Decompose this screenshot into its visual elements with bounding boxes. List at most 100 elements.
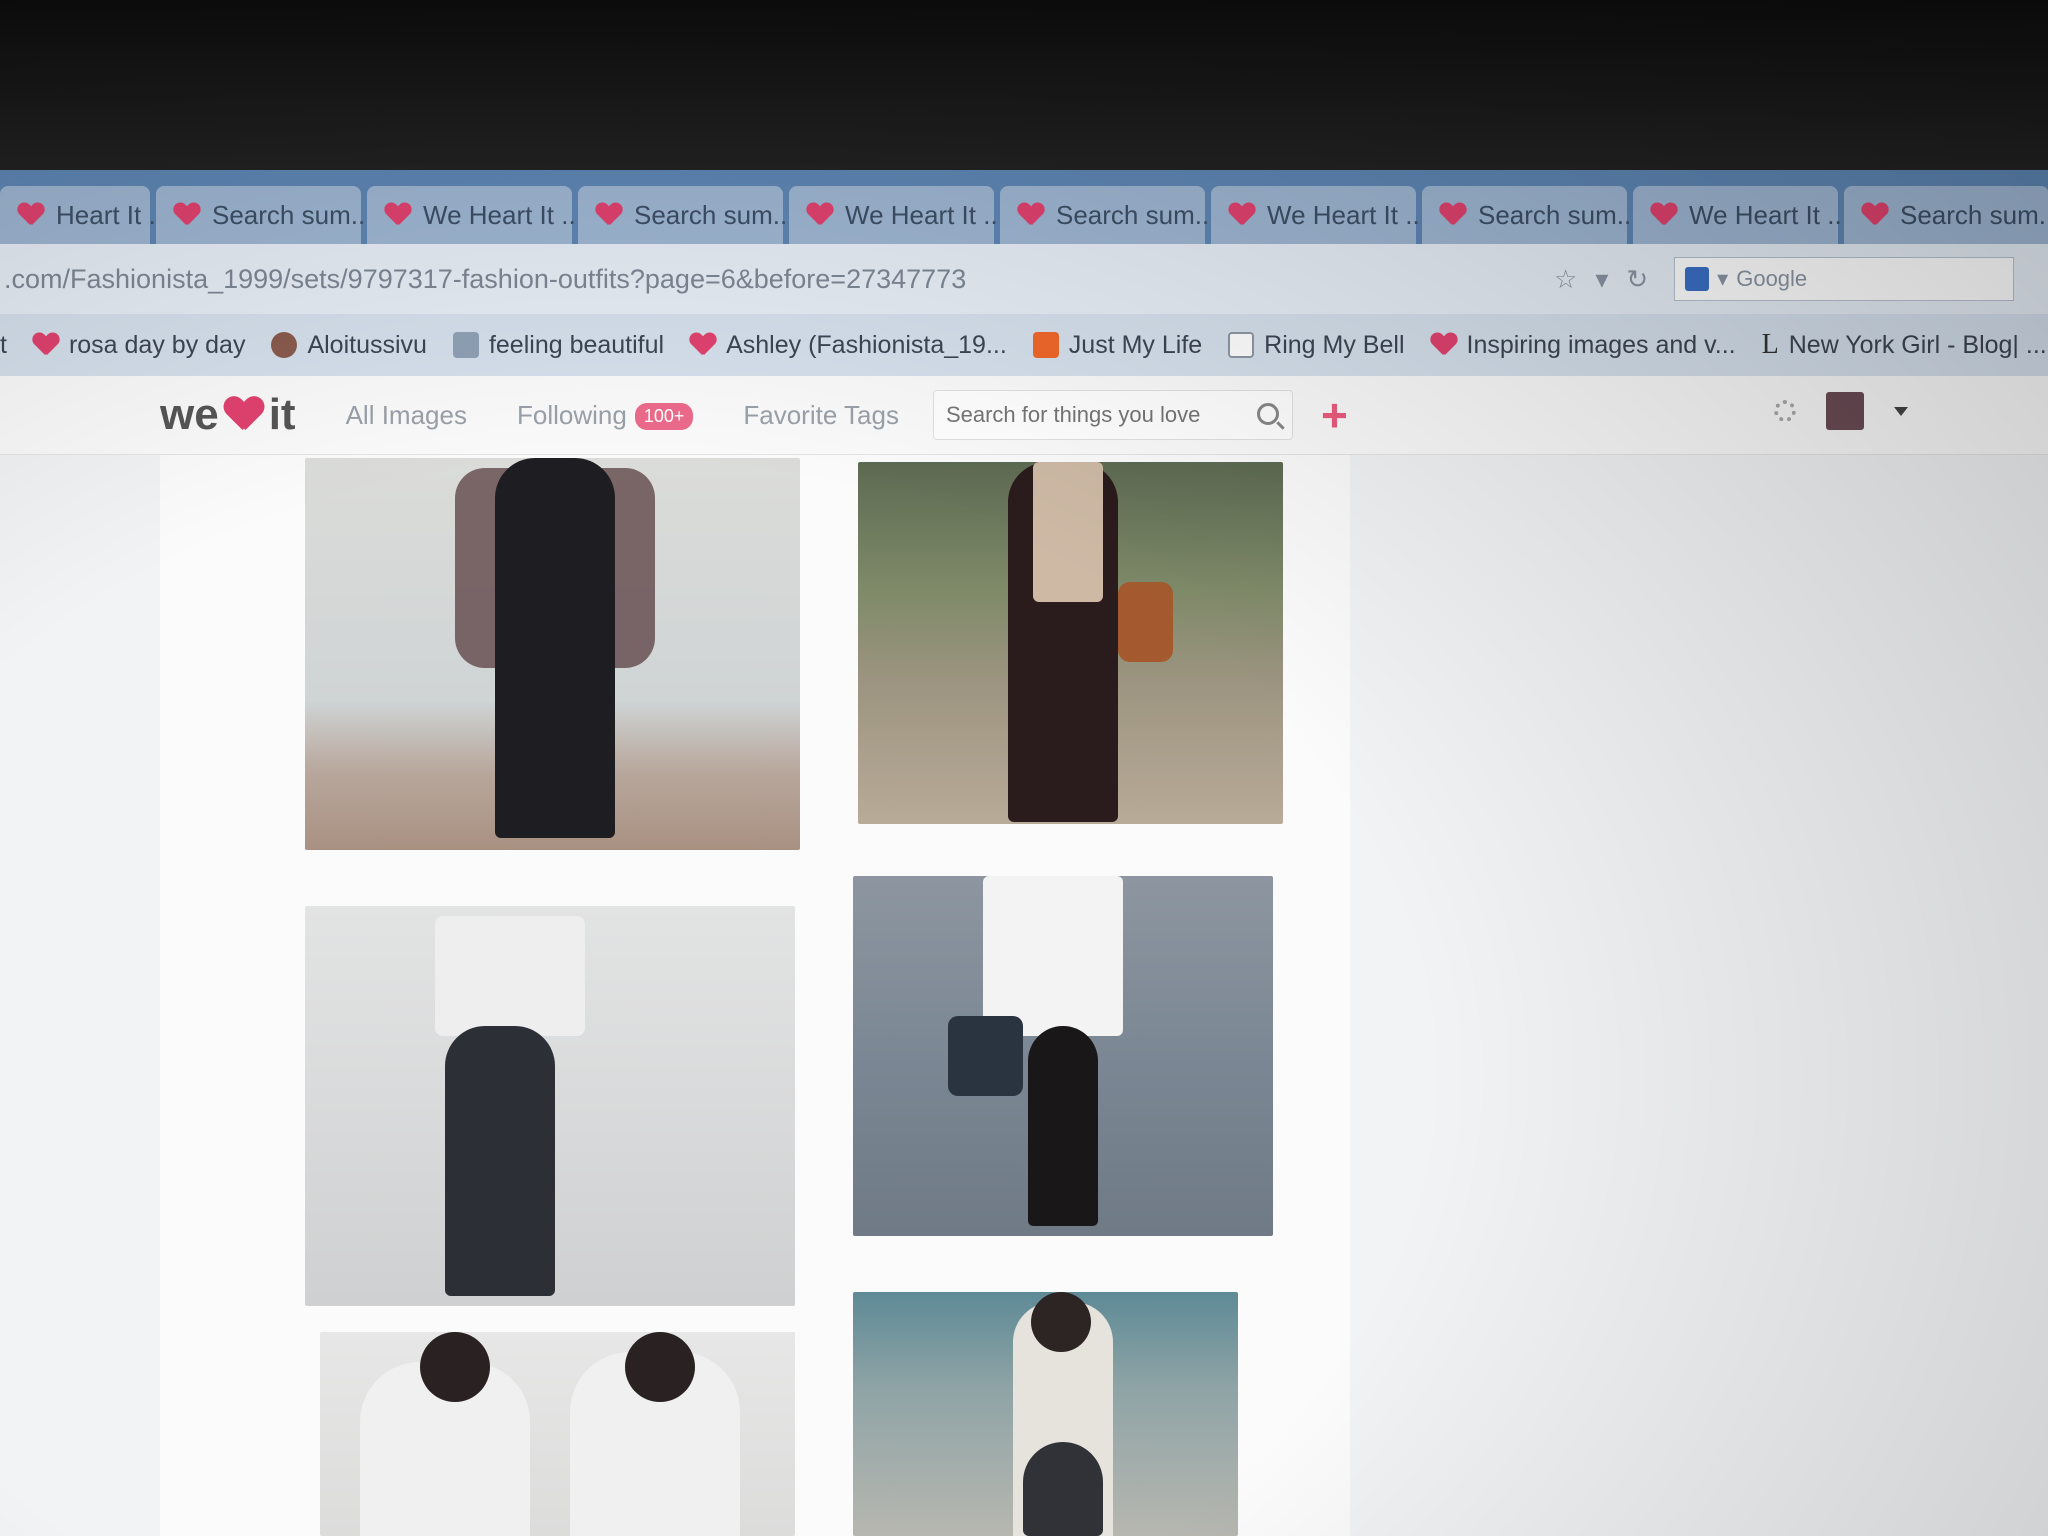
bookmark-label: Ashley (Fashionista_19... — [726, 330, 1007, 359]
l-favicon-icon: L — [1761, 329, 1779, 360]
browser-tab[interactable]: Heart It ... — [0, 186, 170, 244]
outfit-image[interactable] — [320, 1332, 795, 1536]
browser-tab[interactable]: Search sum... — [1844, 186, 2048, 244]
outfit-image[interactable] — [305, 906, 795, 1306]
site-header: we it All Images Following 100+ Favorite … — [0, 376, 2048, 455]
weheartit-logo[interactable]: we it — [160, 390, 296, 440]
weheartit-page: we it All Images Following 100+ Favorite … — [0, 376, 2048, 1536]
heart-favicon-icon — [690, 333, 716, 357]
blogger-favicon-icon — [1032, 332, 1059, 358]
image-detail — [948, 1016, 1023, 1096]
tab-label: We Heart It ... — [845, 199, 1005, 230]
bookmark-label: Aloitussivu — [307, 330, 427, 359]
browser-tab[interactable]: We Heart It ... — [789, 186, 1005, 244]
image-detail — [445, 1026, 555, 1296]
tab-label: We Heart It ... — [423, 199, 583, 230]
bookmark-item[interactable]: rosa day by day — [33, 331, 246, 360]
outfit-image[interactable] — [858, 462, 1283, 824]
reload-icon[interactable]: ↻ — [1626, 264, 1648, 295]
image-detail — [983, 876, 1123, 1036]
bookmark-item[interactable]: Just My Life — [1032, 330, 1203, 360]
history-dropdown-icon[interactable]: ▾ — [1595, 264, 1608, 295]
bookmark-label: feeling beautiful — [488, 330, 665, 359]
avatar-favicon-icon — [271, 332, 298, 358]
image-detail — [420, 1332, 490, 1402]
bookmark-item[interactable]: Inspiring images and v... — [1431, 331, 1736, 360]
image-detail — [1023, 1442, 1103, 1536]
browser-tab[interactable]: Search sum... — [1422, 186, 1638, 244]
bookmark-item[interactable]: Ring My Bell — [1228, 330, 1405, 360]
heart-favicon-icon — [174, 203, 200, 227]
gear-icon[interactable] — [1774, 400, 1796, 422]
badge-favicon-icon — [452, 332, 479, 358]
outfit-image[interactable] — [853, 1292, 1238, 1536]
image-detail — [1033, 462, 1103, 602]
browser-tab[interactable]: We Heart It ... — [367, 186, 583, 244]
browser-search-placeholder: Google — [1736, 266, 1808, 291]
browser-tab[interactable]: We Heart It ... — [1211, 186, 1427, 244]
bookmark-label: Ring My Bell — [1264, 330, 1405, 359]
heart-favicon-icon — [1440, 203, 1466, 227]
bookmark-label: Just My Life — [1068, 330, 1203, 359]
bookmark-item[interactable]: Aloitussivu — [271, 331, 427, 360]
bookmark-label: Inspiring images and v... — [1466, 330, 1736, 359]
bookmark-item[interactable]: L New York Girl - Blog| ... — [1762, 329, 2047, 361]
image-detail — [1031, 1292, 1091, 1352]
address-bar-controls: ☆ ▾ ↻ — [1554, 264, 1648, 295]
browser-search-box[interactable]: ▾ Google — [1674, 257, 2015, 301]
bookmark-label: rosa day by day — [68, 330, 246, 359]
tab-label: Search sum... — [634, 199, 795, 230]
add-image-button[interactable]: + — [1321, 388, 1348, 442]
tab-label: Search sum... — [1900, 199, 2048, 230]
nav-following-label: Following — [516, 399, 627, 430]
bookmark-item[interactable]: feeling beautiful — [452, 330, 665, 360]
address-bar[interactable]: .com/Fashionista_1999/sets/9797317-fashi… — [0, 264, 1484, 295]
chevron-down-icon[interactable] — [1894, 406, 1908, 416]
heart-favicon-icon — [1229, 203, 1255, 227]
tab-label: Heart It ... — [56, 199, 171, 230]
heart-favicon-icon — [1431, 333, 1457, 357]
image-detail — [1118, 582, 1173, 662]
heart-favicon-icon — [1018, 203, 1044, 227]
tab-label: We Heart It ... — [1267, 199, 1427, 230]
heart-favicon-icon — [385, 203, 411, 227]
google-logo-icon — [1685, 267, 1710, 291]
outfit-image[interactable] — [853, 876, 1273, 1236]
bookmark-star-icon[interactable]: ☆ — [1554, 264, 1577, 295]
page-favicon-icon — [1228, 332, 1255, 358]
heart-favicon-icon — [18, 203, 44, 227]
heart-favicon-icon — [596, 203, 622, 227]
tab-label: Search sum... — [1056, 199, 1217, 230]
image-detail — [1028, 1026, 1098, 1226]
logo-text-we: we — [160, 390, 219, 439]
nav-favorite-tags[interactable]: Favorite Tags — [743, 400, 899, 431]
outfit-image[interactable] — [305, 458, 800, 850]
bookmark-item[interactable]: t — [0, 331, 7, 360]
heart-favicon-icon — [807, 203, 833, 227]
nav-following[interactable]: Following 100+ — [516, 399, 694, 431]
image-detail — [625, 1332, 695, 1402]
nav-all-images[interactable]: All Images — [346, 400, 467, 431]
bookmarks-bar: t rosa day by day Aloitussivu feeling beaut… — [0, 314, 2048, 376]
tab-label: Search sum... — [212, 199, 373, 230]
heart-favicon-icon — [1862, 203, 1888, 227]
user-tools — [1774, 392, 1908, 430]
tab-label: Search sum... — [1478, 199, 1639, 230]
heart-favicon-icon — [33, 333, 59, 357]
heart-favicon-icon — [1651, 203, 1677, 227]
bookmark-item[interactable]: Ashley (Fashionista_19... — [690, 331, 1007, 360]
image-detail — [435, 916, 585, 1036]
tab-label: We Heart It ... — [1689, 199, 1849, 230]
browser-tab-strip: Heart It ... Search sum... We Heart It ...… — [0, 170, 2048, 244]
browser-tab[interactable]: Search sum... — [1000, 186, 1216, 244]
browser-tab[interactable]: We Heart It ... — [1633, 186, 1849, 244]
avatar[interactable] — [1826, 392, 1864, 430]
search-input[interactable] — [932, 390, 1293, 440]
browser-tab[interactable]: Search sum... — [156, 186, 372, 244]
logo-text-it: it — [268, 390, 296, 439]
bookmark-label: New York Girl - Blog| ... — [1788, 330, 2047, 359]
search-icon[interactable] — [1256, 403, 1279, 425]
search-engine-dropdown-icon[interactable]: ▾ — [1717, 266, 1728, 292]
image-detail — [495, 458, 615, 838]
browser-tab[interactable]: Search sum... — [578, 186, 794, 244]
